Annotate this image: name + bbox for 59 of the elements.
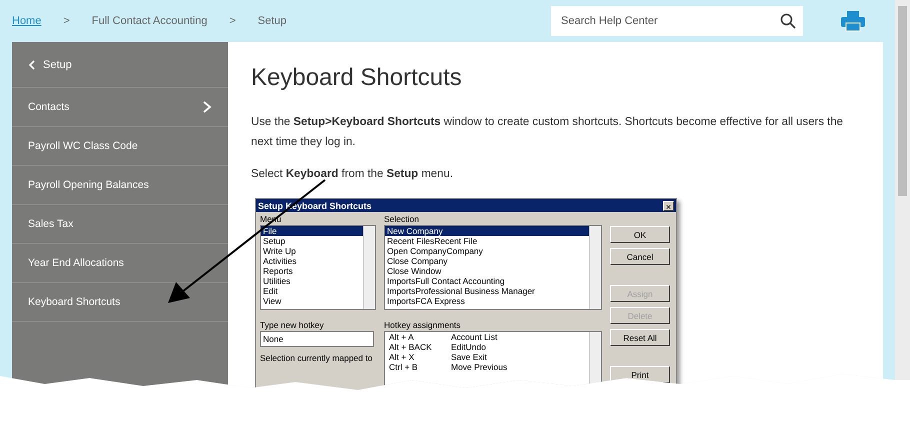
hotkey-command: Account List — [451, 332, 498, 342]
hotkey-field[interactable]: None — [260, 331, 374, 347]
search-field[interactable]: Search Help Center — [551, 6, 773, 36]
dialog-button[interactable]: OK — [610, 226, 670, 243]
menu-item[interactable]: Edit — [261, 286, 363, 296]
list-box[interactable]: New Company Recent FilesRecent File Open CompanyCompany Close Company Close Window ImportsFull Contact Accounting ImportsProfessional Business Manager ImportsFCA Express — [384, 225, 602, 310]
dialog-title: Setup Keyboard Shortcuts — [258, 200, 373, 210]
sidebar-item[interactable]: Sales Tax — [28, 218, 212, 230]
field-label: Selection currently mapped to — [260, 353, 374, 364]
dialog-button[interactable]: Reset All — [610, 329, 670, 346]
dialog-button[interactable]: Cancel — [610, 248, 670, 265]
list-scrollbar[interactable] — [589, 226, 601, 309]
menu-item[interactable]: View — [261, 296, 363, 306]
breadcrumb-item: Setup — [258, 15, 287, 27]
field-label: Type new hotkey — [260, 320, 325, 331]
sidebar-item[interactable]: Payroll Opening Balances — [28, 179, 212, 191]
sidebar-item[interactable]: Payroll WC Class Code — [28, 140, 212, 152]
selection-item[interactable]: Close Window — [385, 266, 589, 276]
field-label: Selection — [384, 214, 420, 225]
selection-item[interactable]: Open CompanyCompany — [385, 246, 589, 256]
hotkey-command: Move Previous — [451, 362, 508, 372]
field-label: Hotkey assignments — [384, 320, 462, 331]
sidebar-item[interactable]: Keyboard Shortcuts — [28, 296, 212, 308]
breadcrumb-separator: > — [229, 15, 236, 27]
hotkey-key: Alt + X — [387, 352, 451, 362]
selection-item[interactable]: Close Company — [385, 256, 589, 266]
sidebar-item[interactable]: Year End Allocations — [28, 257, 212, 269]
selection-item[interactable]: ImportsFull Contact Accounting — [385, 276, 589, 286]
breadcrumb-separator: > — [63, 15, 70, 27]
paragraph: Select Keyboard from the Setup menu. — [251, 167, 454, 182]
selection-item[interactable]: New Company — [385, 226, 589, 236]
selection-item[interactable]: Recent FilesRecent File — [385, 236, 589, 246]
article-title: Keyboard Shortcuts — [251, 64, 463, 92]
hotkey-command: Save Exit — [451, 352, 487, 362]
printer-icon[interactable] — [841, 10, 865, 32]
menu-item[interactable]: Setup — [261, 236, 363, 246]
menu-item[interactable]: Activities — [261, 256, 363, 266]
menu-item[interactable]: Utilities — [261, 276, 363, 286]
hotkey-command: EditUndo — [451, 342, 486, 352]
selection-item[interactable]: ImportsProfessional Business Manager — [385, 286, 589, 296]
menu-item[interactable]: Reports — [261, 266, 363, 276]
search-button[interactable] — [773, 6, 803, 36]
scrollbar[interactable] — [895, 0, 910, 380]
hotkey-key: Alt + BACK — [387, 342, 451, 352]
chevron-left-icon[interactable] — [28, 60, 35, 70]
hotkey-key: Alt + A — [387, 332, 451, 342]
menu-item[interactable]: File — [261, 226, 363, 236]
paragraph: Use the Setup>Keyboard Shortcuts window to create custom shortcuts. Shortcuts become effective for all users the next time they log in. — [251, 115, 844, 150]
hotkey-key: Ctrl + B — [387, 362, 451, 372]
list-scrollbar[interactable] — [363, 226, 375, 309]
breadcrumb-item: Full Contact Accounting — [92, 15, 208, 27]
dialog-button[interactable]: Print — [610, 366, 670, 383]
menu-item[interactable]: Write Up — [261, 246, 363, 256]
sidebar-item[interactable]: Contacts — [28, 101, 202, 113]
list-box[interactable]: File Setup Write Up Activities Reports Utilities Edit View — [260, 225, 376, 310]
close-button[interactable]: × — [663, 200, 674, 210]
chevron-right-icon[interactable] — [202, 101, 212, 113]
search-icon[interactable] — [780, 13, 796, 29]
selection-item[interactable]: ImportsFCA Express — [385, 296, 589, 306]
